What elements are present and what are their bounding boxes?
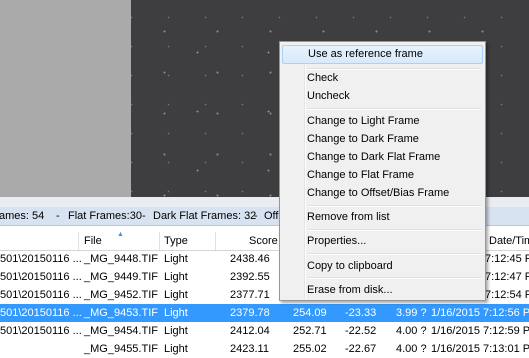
menu-item-uncheck[interactable]: Uncheck bbox=[307, 88, 350, 105]
cell-type: Light bbox=[164, 307, 188, 319]
menu-item-copy-to-clipboard[interactable]: Copy to clipboard bbox=[307, 258, 393, 275]
menu-item-remove-from-list[interactable]: Remove from list bbox=[307, 209, 390, 226]
menu-separator bbox=[307, 108, 481, 110]
preview-left-pane bbox=[0, 0, 131, 197]
cell-file: _MG_9455.TIF bbox=[84, 343, 158, 355]
cell-type: Light bbox=[164, 289, 188, 301]
cell-file: _MG_9448.TIF bbox=[84, 253, 158, 265]
menu-item-change-to-dark-flat-frame[interactable]: Change to Dark Flat Frame bbox=[307, 149, 440, 166]
summary-separator: - bbox=[56, 210, 60, 222]
menu-separator bbox=[307, 253, 481, 255]
cell-score: 2379.78 bbox=[230, 307, 270, 319]
cell-c6: -22.52 bbox=[345, 325, 377, 337]
table-row-selected[interactable]: 501\20150116 ... _MG_9453.TIF Light 2379… bbox=[0, 304, 529, 322]
cell-score: 2412.04 bbox=[230, 325, 270, 337]
cell-score: 2423.11 bbox=[230, 343, 269, 355]
menu-item-change-to-offset-bias-frame[interactable]: Change to Offset/Bias Frame bbox=[307, 185, 449, 202]
column-header-type[interactable]: Type bbox=[164, 235, 188, 247]
cell-file: _MG_9449.TIF bbox=[84, 271, 158, 283]
column-header-file[interactable]: File bbox=[84, 235, 102, 247]
summary-dark-flat-frames: Dark Flat Frames: 32 bbox=[153, 210, 257, 222]
cell-type: Light bbox=[164, 343, 188, 355]
menu-separator bbox=[307, 277, 481, 279]
cell-c7: 4.00 ? bbox=[396, 325, 427, 337]
cell-date: 7:12:45 PM bbox=[485, 253, 529, 265]
cell-type: Light bbox=[164, 325, 188, 337]
cell-c5: 254.09 bbox=[293, 307, 327, 319]
cell-path: 501\20150116 ... bbox=[0, 325, 82, 337]
menu-item-properties[interactable]: Properties... bbox=[307, 233, 366, 250]
menu-item-change-to-flat-frame[interactable]: Change to Flat Frame bbox=[307, 167, 414, 184]
cell-c5: 252.71 bbox=[293, 325, 327, 337]
menu-separator bbox=[307, 229, 481, 231]
cell-file: _MG_9452.TIF bbox=[84, 289, 158, 301]
summary-flat-frames: Flat Frames:30 bbox=[68, 210, 142, 222]
cell-file: _MG_9454.TIF bbox=[84, 325, 158, 337]
cell-c6: -22.67 bbox=[345, 343, 377, 355]
table-row[interactable]: 501\20150116 ... _MG_9454.TIF Light 2412… bbox=[0, 322, 529, 340]
summary-separator: - bbox=[142, 210, 146, 222]
cell-date: 7:12:54 PM bbox=[485, 289, 529, 301]
cell-date: 7:12:47 PM bbox=[485, 271, 529, 283]
cell-path: 501\20150116 ... bbox=[0, 271, 82, 283]
cell-score: 2438.46 bbox=[230, 253, 270, 265]
menu-item-use-as-reference-frame[interactable]: Use as reference frame bbox=[282, 45, 483, 64]
cell-path: 501\20150116 ... bbox=[0, 253, 82, 265]
menu-item-change-to-light-frame[interactable]: Change to Light Frame bbox=[307, 113, 420, 130]
sort-ascending-icon: ▲ bbox=[117, 231, 124, 238]
column-divider[interactable] bbox=[215, 232, 216, 250]
cell-file: _MG_9453.TIF bbox=[84, 307, 158, 319]
menu-item-change-to-dark-frame[interactable]: Change to Dark Frame bbox=[307, 131, 419, 148]
column-divider[interactable] bbox=[78, 232, 79, 250]
cell-type: Light bbox=[164, 253, 188, 265]
column-header-datetime[interactable]: Date/Time bbox=[489, 235, 529, 247]
menu-icon-gutter bbox=[304, 44, 306, 298]
menu-item-check[interactable]: Check bbox=[307, 70, 338, 87]
column-header-score[interactable]: Score bbox=[249, 235, 278, 247]
cell-type: Light bbox=[164, 271, 188, 283]
cell-date: 1/16/2015 7:12:59 PM bbox=[431, 325, 529, 337]
context-menu: Use as reference frame Check Uncheck Cha… bbox=[279, 41, 486, 301]
cell-c7: 3.99 ? bbox=[396, 307, 427, 319]
cell-c7: 4.00 ? bbox=[396, 343, 427, 355]
column-divider[interactable] bbox=[159, 232, 160, 250]
menu-item-erase-from-disk[interactable]: Erase from disk... bbox=[307, 282, 393, 299]
cell-score: 2392.55 bbox=[230, 271, 270, 283]
cell-c5: 255.02 bbox=[293, 343, 327, 355]
menu-separator bbox=[307, 205, 481, 207]
cell-c6: -23.33 bbox=[345, 307, 377, 319]
cell-score: 2377.71 bbox=[230, 289, 270, 301]
cell-date: 1/16/2015 7:12:56 PM bbox=[431, 307, 529, 319]
cell-path: 501\20150116 ... bbox=[0, 289, 82, 301]
table-row[interactable]: _MG_9455.TIF Light 2423.11 255.02 -22.67… bbox=[0, 340, 529, 358]
cell-path: 501\20150116 ... bbox=[0, 307, 82, 319]
summary-light-frames: ames: 54 bbox=[0, 210, 45, 222]
cell-date: 1/16/2015 7:13:01 PM bbox=[431, 343, 529, 355]
summary-separator: - bbox=[254, 210, 258, 222]
